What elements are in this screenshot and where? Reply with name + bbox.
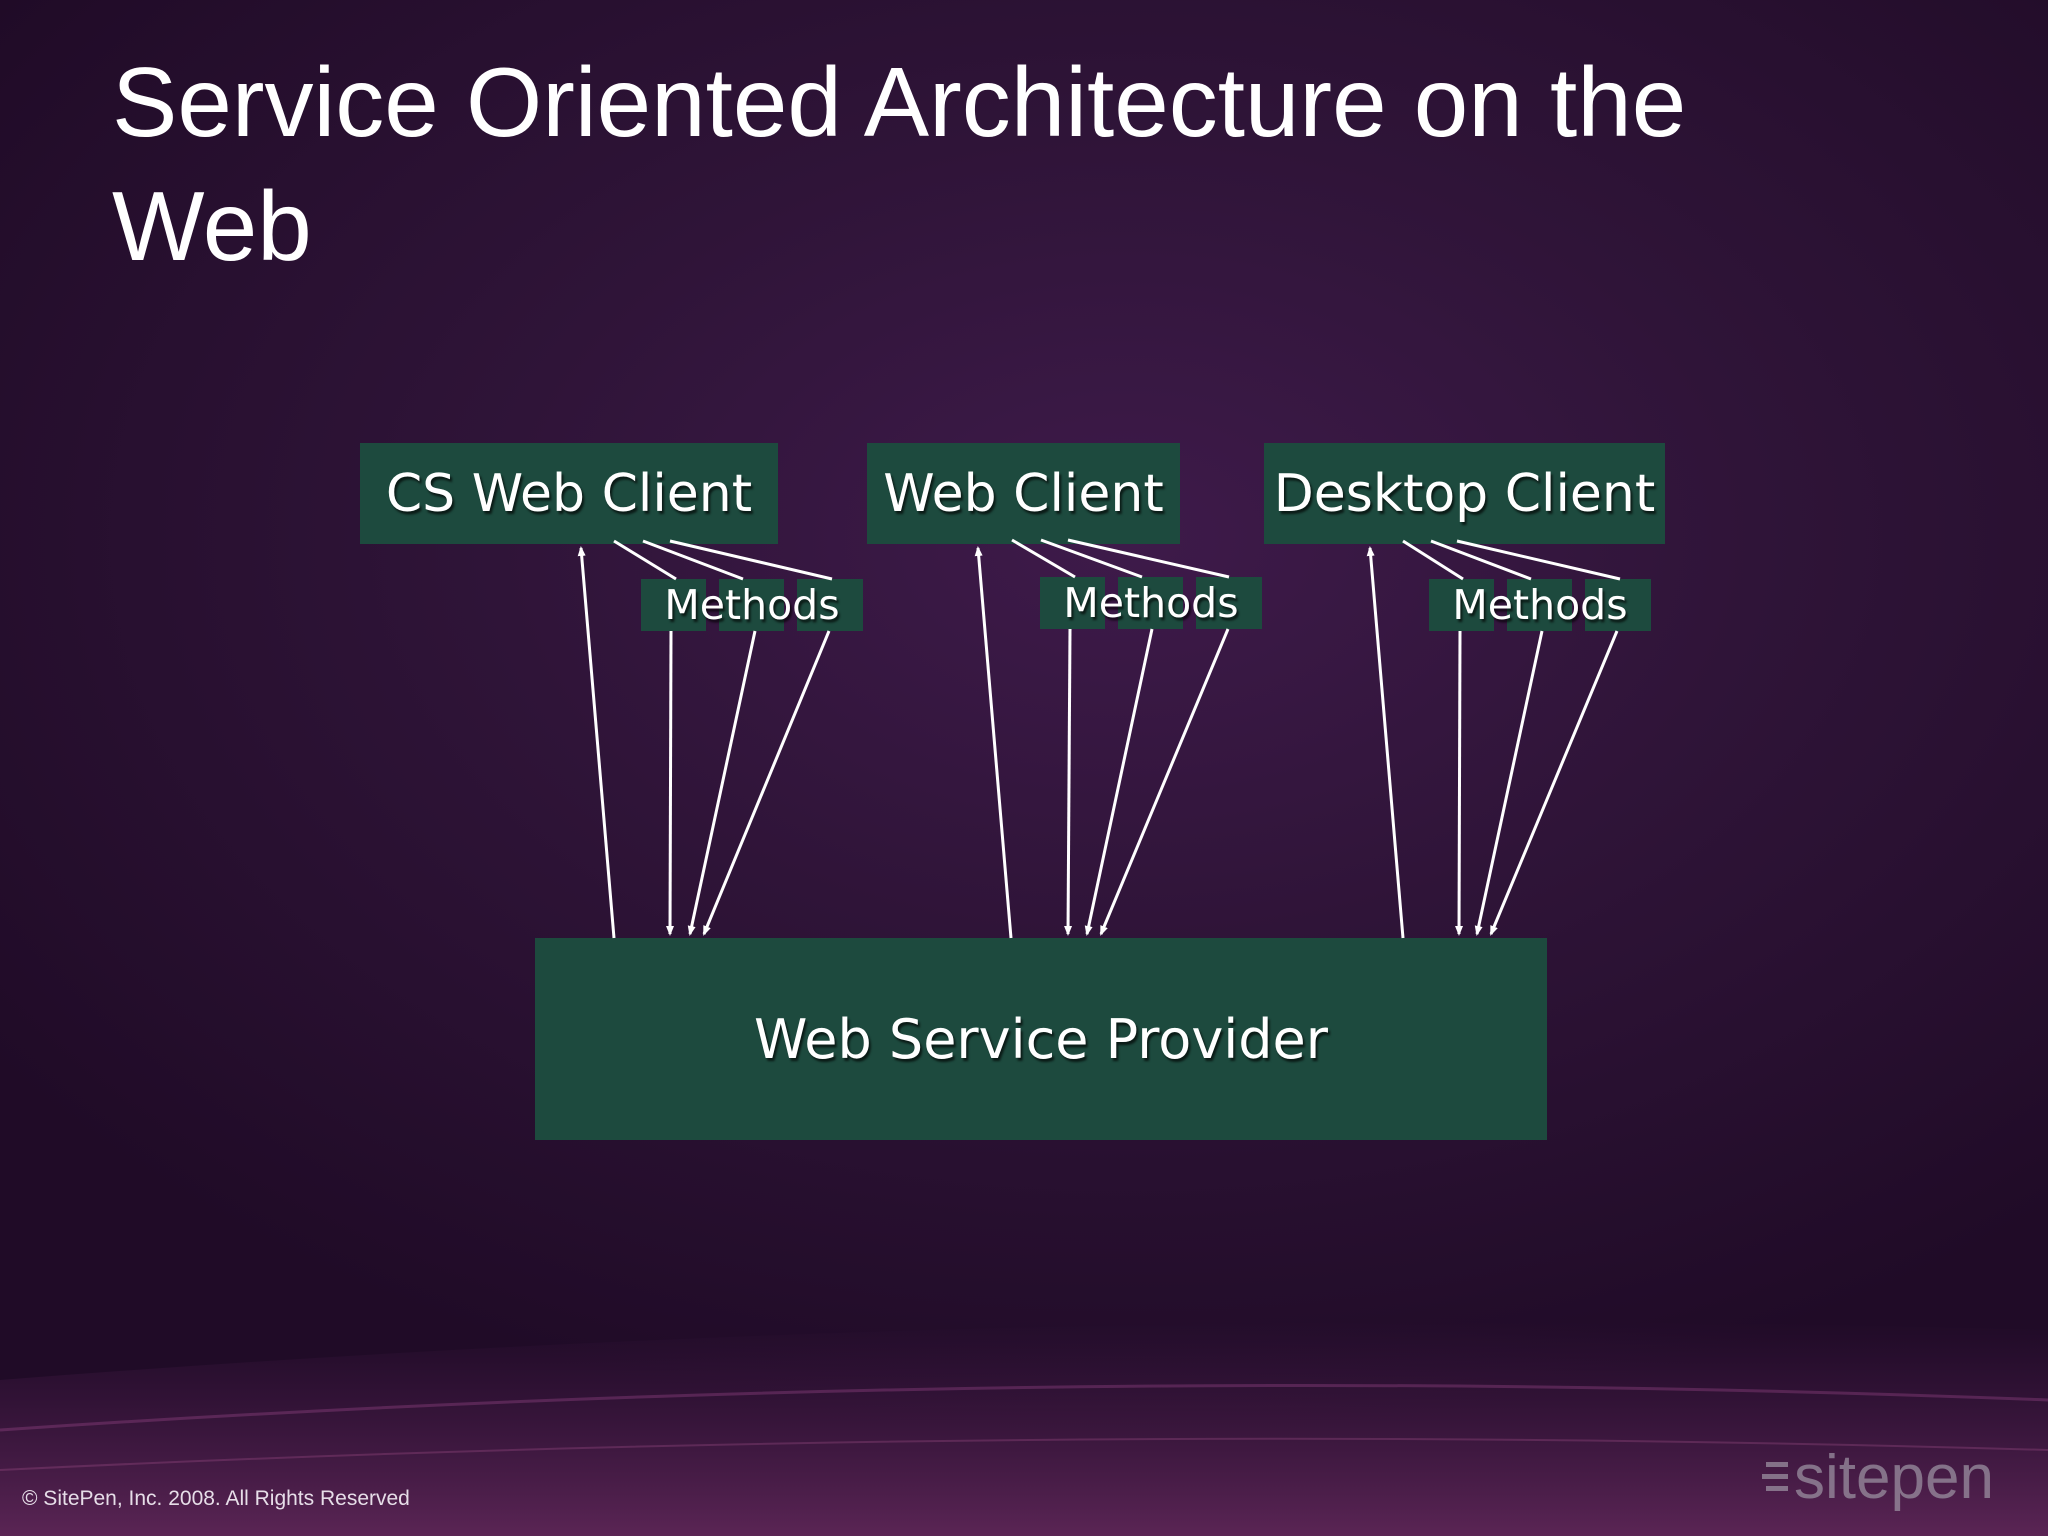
client-to-methods-line xyxy=(613,539,677,581)
connector-arrows xyxy=(577,538,1621,939)
request-arrow xyxy=(1064,628,1073,936)
sitepen-logo: sitepen xyxy=(1762,1443,1994,1512)
client-to-methods-line xyxy=(1011,538,1076,579)
request-arrow xyxy=(666,630,675,936)
client-to-methods-line xyxy=(1402,539,1464,581)
response-arrow xyxy=(577,546,616,939)
logo-text: sitepen xyxy=(1794,1443,1994,1512)
response-arrow xyxy=(1366,546,1405,939)
response-arrow xyxy=(974,546,1013,939)
copyright-footer: © SitePen, Inc. 2008. All Rights Reserve… xyxy=(22,1487,410,1510)
request-arrow xyxy=(1455,630,1464,936)
